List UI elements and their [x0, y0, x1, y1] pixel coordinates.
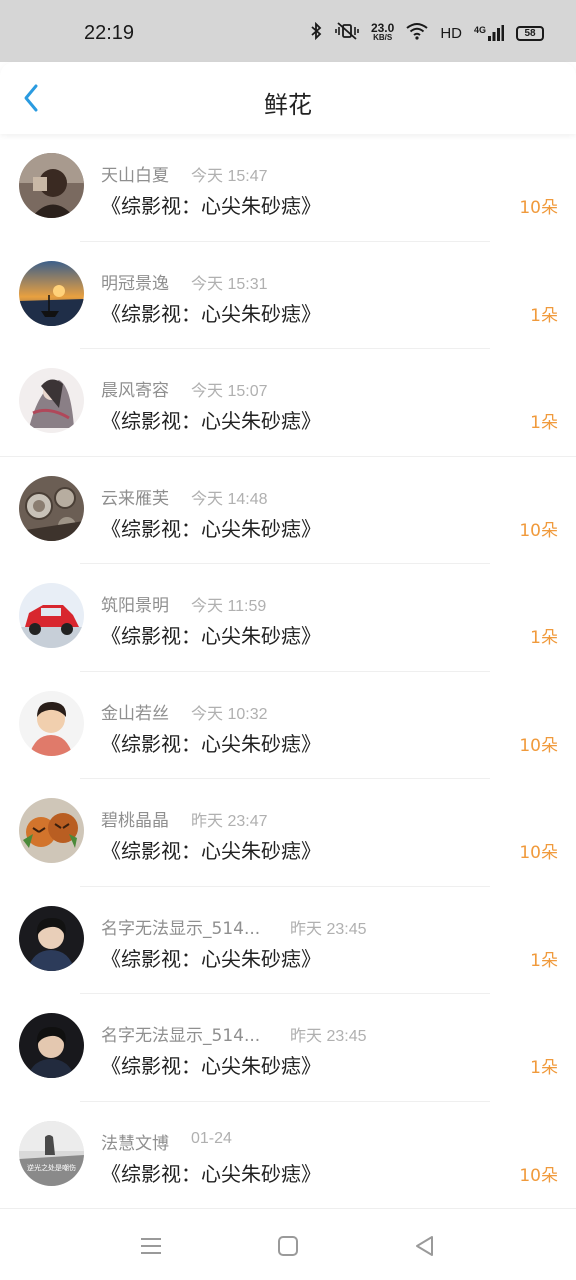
- gift-time: 昨天 23:47: [191, 813, 268, 830]
- list-item[interactable]: 金山若丝 今天 10:32 《综影视：心尖朱砂痣》 10朵: [0, 672, 576, 779]
- sender-name: 明冠景逸: [101, 273, 169, 294]
- gift-time: 今天 11:59: [191, 598, 267, 615]
- avatar[interactable]: [19, 905, 84, 971]
- net-speed: 23.0 KB/S: [370, 21, 395, 42]
- book-title: 《综影视：心尖朱砂痣》: [101, 516, 321, 541]
- flower-quantity: 1朵: [530, 628, 558, 648]
- page-header: 鲜花: [0, 62, 576, 134]
- book-title: 《综影视：心尖朱砂痣》: [101, 731, 321, 756]
- home-button[interactable]: [275, 1233, 301, 1259]
- avatar-caption: 逆光之处是嘲伤: [27, 1163, 76, 1172]
- sender-name: 筑阳景明: [101, 596, 169, 616]
- sender-name: 名字无法显示_514...: [101, 1026, 261, 1046]
- avatar[interactable]: [19, 798, 84, 863]
- list-item[interactable]: 逆光之处是嘲伤 法慧文博 01-24 《综影视：心尖朱砂痣》 10朵: [0, 1102, 576, 1210]
- avatar[interactable]: [19, 583, 84, 648]
- book-title: 《综影视：心尖朱砂痣》: [101, 194, 321, 218]
- avatar[interactable]: [19, 368, 84, 433]
- status-icons: 23.0 KB/S HD 4G 58: [309, 21, 544, 44]
- list-item[interactable]: 名字无法显示_514... 昨天 23:45 《综影视：心尖朱砂痣》 1朵: [0, 994, 576, 1102]
- avatar[interactable]: [19, 260, 84, 326]
- battery-icon: 58: [516, 25, 544, 41]
- book-title: 《综影视：心尖朱砂痣》: [101, 301, 321, 326]
- flower-quantity: 1朵: [530, 950, 558, 971]
- status-bar: 22:19 23.0 KB/S HD 4G 58: [0, 0, 576, 62]
- avatar[interactable]: 逆光之处是嘲伤: [19, 1120, 84, 1186]
- book-title: 《综影视：心尖朱砂痣》: [101, 624, 321, 648]
- list-item[interactable]: 云来雁芙 今天 14:48 《综影视：心尖朱砂痣》 10朵: [0, 457, 576, 564]
- list-item[interactable]: 名字无法显示_514... 昨天 23:45 《综影视：心尖朱砂痣》 1朵: [0, 887, 576, 994]
- avatar[interactable]: [19, 153, 84, 218]
- sender-name: 云来雁芙: [101, 488, 169, 509]
- list-item[interactable]: 天山白夏 今天 15:47 《综影视：心尖朱砂痣》 10朵: [0, 134, 576, 242]
- gift-time: 今天 14:48: [191, 490, 268, 508]
- sender-name: 名字无法显示_514...: [101, 918, 261, 939]
- gift-time: 01-24: [191, 1129, 232, 1147]
- menu-button[interactable]: [138, 1233, 164, 1259]
- flower-record-list: 天山白夏 今天 15:47 《综影视：心尖朱砂痣》 10朵 明冠景逸 今天 15…: [0, 134, 576, 1209]
- avatar[interactable]: [19, 690, 84, 756]
- sender-name: 金山若丝: [101, 703, 169, 724]
- flower-quantity: 1朵: [530, 305, 558, 326]
- list-item[interactable]: 筑阳景明 今天 11:59 《综影视：心尖朱砂痣》 1朵: [0, 564, 576, 672]
- gift-time: 今天 10:32: [191, 705, 268, 723]
- home-icon: [278, 1236, 298, 1256]
- list-item[interactable]: 明冠景逸 今天 15:31 《综影视：心尖朱砂痣》 1朵: [0, 242, 576, 349]
- signal-icon: 4G: [474, 25, 504, 41]
- flower-quantity: 10朵: [519, 520, 558, 541]
- book-title: 《综影视：心尖朱砂痣》: [101, 1054, 321, 1078]
- hd-label: HD: [440, 24, 462, 42]
- back-triangle-icon: [416, 1236, 433, 1256]
- book-title: 《综影视：心尖朱砂痣》: [101, 946, 321, 971]
- status-time: 22:19: [84, 22, 135, 44]
- sender-name: 法慧文博: [101, 1133, 169, 1154]
- flower-quantity: 1朵: [530, 413, 558, 433]
- page-title: 鲜花: [264, 91, 312, 119]
- menu-icon: [141, 1238, 161, 1254]
- book-title: 《综影视：心尖朱砂痣》: [101, 1161, 321, 1186]
- sender-name: 天山白夏: [101, 166, 169, 186]
- list-item[interactable]: 碧桃晶晶 昨天 23:47 《综影视：心尖朱砂痣》 10朵: [0, 779, 576, 887]
- flower-quantity: 10朵: [519, 1165, 558, 1186]
- flower-quantity: 10朵: [519, 198, 558, 218]
- vibrate-mute-icon: [335, 22, 359, 44]
- system-back-button[interactable]: [412, 1233, 438, 1259]
- sender-name: 晨风寄容: [101, 381, 169, 401]
- avatar[interactable]: [19, 475, 84, 541]
- list-item[interactable]: 晨风寄容 今天 15:07 《综影视：心尖朱砂痣》 1朵: [0, 349, 576, 457]
- flower-quantity: 10朵: [519, 735, 558, 756]
- flower-quantity: 1朵: [530, 1058, 558, 1078]
- gift-time: 今天 15:07: [191, 383, 268, 400]
- gift-time: 今天 15:47: [191, 168, 268, 185]
- gift-time: 今天 15:31: [191, 275, 268, 293]
- bluetooth-icon: [309, 21, 323, 44]
- avatar[interactable]: [19, 1013, 84, 1078]
- book-title: 《综影视：心尖朱砂痣》: [101, 409, 321, 433]
- system-nav-bar: [0, 1208, 576, 1280]
- gift-time: 昨天 23:45: [290, 1028, 367, 1045]
- gift-time: 昨天 23:45: [290, 920, 367, 938]
- wifi-icon: [406, 22, 428, 44]
- book-title: 《综影视：心尖朱砂痣》: [101, 839, 321, 863]
- flower-quantity: 10朵: [519, 843, 558, 863]
- sender-name: 碧桃晶晶: [101, 811, 169, 831]
